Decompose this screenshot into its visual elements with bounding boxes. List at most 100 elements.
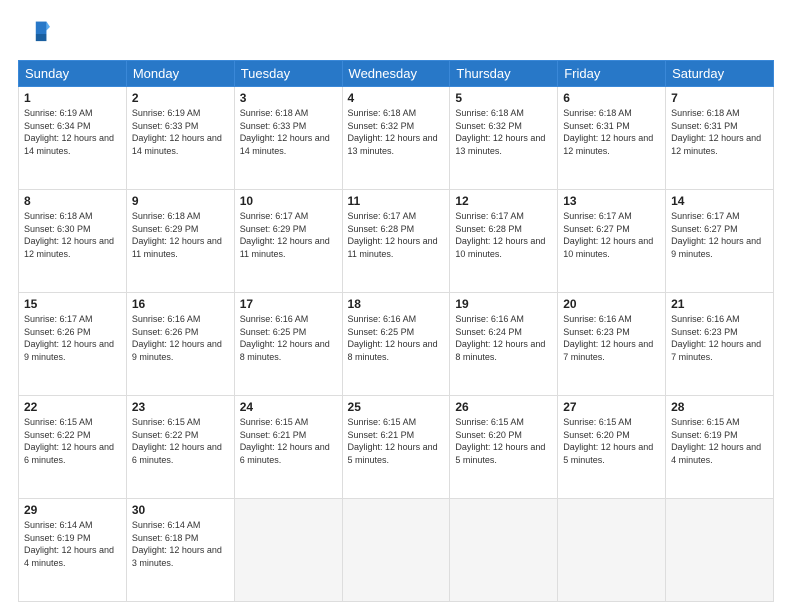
- day-number: 19: [455, 297, 552, 311]
- day-info: Sunrise: 6:17 AMSunset: 6:29 PMDaylight:…: [240, 211, 330, 259]
- day-number: 27: [563, 400, 660, 414]
- day-number: 17: [240, 297, 337, 311]
- calendar-week-row: 29 Sunrise: 6:14 AMSunset: 6:19 PMDaylig…: [19, 499, 774, 602]
- day-info: Sunrise: 6:18 AMSunset: 6:31 PMDaylight:…: [563, 108, 653, 156]
- day-number: 3: [240, 91, 337, 105]
- day-number: 22: [24, 400, 121, 414]
- day-number: 15: [24, 297, 121, 311]
- day-number: 10: [240, 194, 337, 208]
- day-info: Sunrise: 6:15 AMSunset: 6:19 PMDaylight:…: [671, 417, 761, 465]
- day-number: 20: [563, 297, 660, 311]
- day-info: Sunrise: 6:18 AMSunset: 6:30 PMDaylight:…: [24, 211, 114, 259]
- day-info: Sunrise: 6:16 AMSunset: 6:23 PMDaylight:…: [671, 314, 761, 362]
- day-info: Sunrise: 6:19 AMSunset: 6:34 PMDaylight:…: [24, 108, 114, 156]
- day-number: 26: [455, 400, 552, 414]
- day-number: 29: [24, 503, 121, 517]
- calendar-day-cell: 10 Sunrise: 6:17 AMSunset: 6:29 PMDaylig…: [234, 190, 342, 293]
- day-info: Sunrise: 6:16 AMSunset: 6:24 PMDaylight:…: [455, 314, 545, 362]
- calendar-weekday-header: Sunday: [19, 61, 127, 87]
- calendar-day-cell: 3 Sunrise: 6:18 AMSunset: 6:33 PMDayligh…: [234, 87, 342, 190]
- day-info: Sunrise: 6:14 AMSunset: 6:18 PMDaylight:…: [132, 520, 222, 568]
- calendar-day-cell: 24 Sunrise: 6:15 AMSunset: 6:21 PMDaylig…: [234, 396, 342, 499]
- calendar-day-cell: 4 Sunrise: 6:18 AMSunset: 6:32 PMDayligh…: [342, 87, 450, 190]
- calendar-day-cell: [558, 499, 666, 602]
- calendar-day-cell: [234, 499, 342, 602]
- day-info: Sunrise: 6:18 AMSunset: 6:32 PMDaylight:…: [455, 108, 545, 156]
- calendar-day-cell: 16 Sunrise: 6:16 AMSunset: 6:26 PMDaylig…: [126, 293, 234, 396]
- calendar-day-cell: 9 Sunrise: 6:18 AMSunset: 6:29 PMDayligh…: [126, 190, 234, 293]
- day-info: Sunrise: 6:18 AMSunset: 6:31 PMDaylight:…: [671, 108, 761, 156]
- day-info: Sunrise: 6:15 AMSunset: 6:21 PMDaylight:…: [348, 417, 438, 465]
- day-info: Sunrise: 6:18 AMSunset: 6:29 PMDaylight:…: [132, 211, 222, 259]
- calendar-day-cell: 29 Sunrise: 6:14 AMSunset: 6:19 PMDaylig…: [19, 499, 127, 602]
- day-number: 16: [132, 297, 229, 311]
- calendar-day-cell: 26 Sunrise: 6:15 AMSunset: 6:20 PMDaylig…: [450, 396, 558, 499]
- day-info: Sunrise: 6:16 AMSunset: 6:23 PMDaylight:…: [563, 314, 653, 362]
- day-info: Sunrise: 6:15 AMSunset: 6:20 PMDaylight:…: [563, 417, 653, 465]
- day-info: Sunrise: 6:18 AMSunset: 6:32 PMDaylight:…: [348, 108, 438, 156]
- page: SundayMondayTuesdayWednesdayThursdayFrid…: [0, 0, 792, 612]
- day-number: 30: [132, 503, 229, 517]
- calendar-day-cell: 2 Sunrise: 6:19 AMSunset: 6:33 PMDayligh…: [126, 87, 234, 190]
- day-info: Sunrise: 6:17 AMSunset: 6:28 PMDaylight:…: [348, 211, 438, 259]
- calendar-weekday-header: Saturday: [666, 61, 774, 87]
- calendar-week-row: 22 Sunrise: 6:15 AMSunset: 6:22 PMDaylig…: [19, 396, 774, 499]
- calendar-day-cell: 28 Sunrise: 6:15 AMSunset: 6:19 PMDaylig…: [666, 396, 774, 499]
- logo-icon: [18, 18, 50, 50]
- calendar-weekday-header: Friday: [558, 61, 666, 87]
- calendar-day-cell: [450, 499, 558, 602]
- day-info: Sunrise: 6:17 AMSunset: 6:26 PMDaylight:…: [24, 314, 114, 362]
- day-number: 4: [348, 91, 445, 105]
- calendar-weekday-header: Thursday: [450, 61, 558, 87]
- calendar-day-cell: 30 Sunrise: 6:14 AMSunset: 6:18 PMDaylig…: [126, 499, 234, 602]
- day-info: Sunrise: 6:18 AMSunset: 6:33 PMDaylight:…: [240, 108, 330, 156]
- calendar-day-cell: 15 Sunrise: 6:17 AMSunset: 6:26 PMDaylig…: [19, 293, 127, 396]
- day-info: Sunrise: 6:17 AMSunset: 6:27 PMDaylight:…: [671, 211, 761, 259]
- calendar-day-cell: 8 Sunrise: 6:18 AMSunset: 6:30 PMDayligh…: [19, 190, 127, 293]
- day-number: 23: [132, 400, 229, 414]
- calendar-day-cell: 11 Sunrise: 6:17 AMSunset: 6:28 PMDaylig…: [342, 190, 450, 293]
- calendar-day-cell: 14 Sunrise: 6:17 AMSunset: 6:27 PMDaylig…: [666, 190, 774, 293]
- day-info: Sunrise: 6:15 AMSunset: 6:22 PMDaylight:…: [132, 417, 222, 465]
- day-info: Sunrise: 6:16 AMSunset: 6:26 PMDaylight:…: [132, 314, 222, 362]
- calendar-day-cell: 25 Sunrise: 6:15 AMSunset: 6:21 PMDaylig…: [342, 396, 450, 499]
- day-number: 6: [563, 91, 660, 105]
- calendar-day-cell: 22 Sunrise: 6:15 AMSunset: 6:22 PMDaylig…: [19, 396, 127, 499]
- day-info: Sunrise: 6:14 AMSunset: 6:19 PMDaylight:…: [24, 520, 114, 568]
- day-info: Sunrise: 6:15 AMSunset: 6:20 PMDaylight:…: [455, 417, 545, 465]
- day-number: 5: [455, 91, 552, 105]
- calendar-day-cell: 21 Sunrise: 6:16 AMSunset: 6:23 PMDaylig…: [666, 293, 774, 396]
- header: [18, 18, 774, 50]
- day-number: 11: [348, 194, 445, 208]
- calendar-day-cell: 1 Sunrise: 6:19 AMSunset: 6:34 PMDayligh…: [19, 87, 127, 190]
- calendar-day-cell: 13 Sunrise: 6:17 AMSunset: 6:27 PMDaylig…: [558, 190, 666, 293]
- day-info: Sunrise: 6:16 AMSunset: 6:25 PMDaylight:…: [240, 314, 330, 362]
- day-number: 24: [240, 400, 337, 414]
- calendar-week-row: 15 Sunrise: 6:17 AMSunset: 6:26 PMDaylig…: [19, 293, 774, 396]
- calendar-header-row: SundayMondayTuesdayWednesdayThursdayFrid…: [19, 61, 774, 87]
- day-number: 14: [671, 194, 768, 208]
- day-number: 12: [455, 194, 552, 208]
- day-number: 8: [24, 194, 121, 208]
- calendar-day-cell: 18 Sunrise: 6:16 AMSunset: 6:25 PMDaylig…: [342, 293, 450, 396]
- day-number: 2: [132, 91, 229, 105]
- calendar-day-cell: 19 Sunrise: 6:16 AMSunset: 6:24 PMDaylig…: [450, 293, 558, 396]
- day-number: 1: [24, 91, 121, 105]
- calendar-weekday-header: Wednesday: [342, 61, 450, 87]
- calendar-week-row: 8 Sunrise: 6:18 AMSunset: 6:30 PMDayligh…: [19, 190, 774, 293]
- day-info: Sunrise: 6:16 AMSunset: 6:25 PMDaylight:…: [348, 314, 438, 362]
- calendar-day-cell: 23 Sunrise: 6:15 AMSunset: 6:22 PMDaylig…: [126, 396, 234, 499]
- calendar-day-cell: 12 Sunrise: 6:17 AMSunset: 6:28 PMDaylig…: [450, 190, 558, 293]
- calendar-weekday-header: Monday: [126, 61, 234, 87]
- day-info: Sunrise: 6:17 AMSunset: 6:28 PMDaylight:…: [455, 211, 545, 259]
- day-number: 13: [563, 194, 660, 208]
- day-number: 7: [671, 91, 768, 105]
- day-number: 9: [132, 194, 229, 208]
- day-number: 18: [348, 297, 445, 311]
- calendar-day-cell: 20 Sunrise: 6:16 AMSunset: 6:23 PMDaylig…: [558, 293, 666, 396]
- logo: [18, 18, 54, 50]
- calendar-day-cell: 7 Sunrise: 6:18 AMSunset: 6:31 PMDayligh…: [666, 87, 774, 190]
- calendar-week-row: 1 Sunrise: 6:19 AMSunset: 6:34 PMDayligh…: [19, 87, 774, 190]
- day-info: Sunrise: 6:19 AMSunset: 6:33 PMDaylight:…: [132, 108, 222, 156]
- calendar-day-cell: 17 Sunrise: 6:16 AMSunset: 6:25 PMDaylig…: [234, 293, 342, 396]
